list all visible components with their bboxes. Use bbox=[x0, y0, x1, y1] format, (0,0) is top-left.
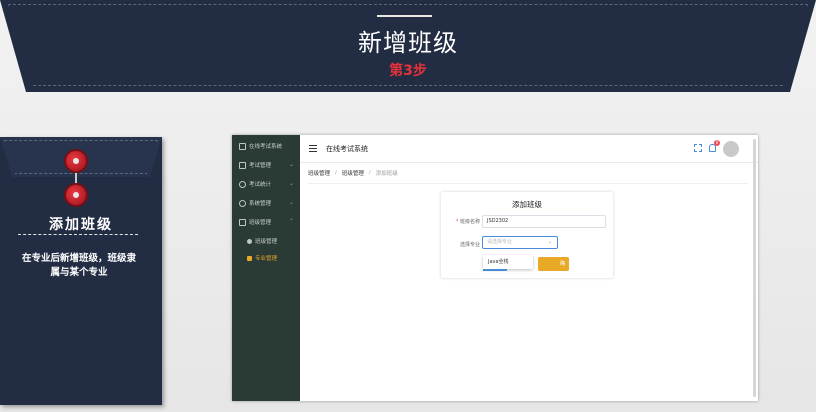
hamburger-menu-icon[interactable] bbox=[309, 145, 317, 152]
chevron-down-icon: ⌄ bbox=[288, 161, 294, 168]
sidebar-subitem-label: 专业管理 bbox=[255, 256, 278, 262]
envelope-top-button-icon bbox=[66, 151, 86, 171]
form-title: 添加班级 bbox=[512, 200, 542, 209]
envelope-card: 添加班级 在专业后新增班级，班级隶属与某个专业 bbox=[0, 137, 162, 405]
breadcrumb-item-1[interactable]: 班级管理 bbox=[308, 169, 330, 177]
major-dropdown: Java全栈 bbox=[483, 255, 533, 269]
sidebar-item-exam-stats[interactable]: 考试统计 ⌄ bbox=[232, 175, 300, 193]
sidebar-item-system-management[interactable]: 系统管理 ⌄ bbox=[232, 194, 300, 212]
notification-badge: 0 bbox=[714, 140, 720, 146]
banner-title: 新增班级 bbox=[358, 29, 458, 57]
envelope-title: 添加班级 bbox=[49, 217, 113, 233]
document-icon bbox=[239, 218, 246, 226]
banner-divider bbox=[377, 15, 432, 17]
dropdown-option-java[interactable]: Java全栈 bbox=[488, 258, 509, 265]
sidebar: 在线考试系统 考试管理 ⌄ 考试统计 ⌄ 系统管理 ⌄ 班级管理 ⌃ 班级管理 bbox=[232, 135, 300, 401]
chevron-down-icon: ⌄ bbox=[548, 239, 553, 245]
chevron-up-icon: ⌃ bbox=[288, 218, 294, 225]
envelope-bottom-button-icon bbox=[66, 185, 86, 205]
class-name-input[interactable]: JSD2302 bbox=[482, 215, 606, 228]
envelope-divider bbox=[18, 234, 138, 235]
banner-step-label: 第3步 bbox=[389, 63, 427, 79]
breadcrumb-separator: / bbox=[368, 170, 371, 176]
monitor-icon bbox=[239, 142, 246, 150]
home-icon bbox=[247, 238, 252, 244]
scrollbar[interactable] bbox=[753, 139, 756, 397]
breadcrumb-item-2[interactable]: 班级管理 bbox=[342, 169, 364, 177]
envelope-description: 在专业后新增班级，班级隶属与某个专业 bbox=[21, 253, 136, 278]
breadcrumb-current: 添加班级 bbox=[375, 171, 398, 177]
fullscreen-icon[interactable] bbox=[694, 144, 702, 152]
document-icon bbox=[239, 161, 246, 169]
sidebar-item-label: 考试统计 bbox=[249, 182, 272, 188]
app-screenshot: 在线考试系统 考试管理 ⌄ 考试统计 ⌄ 系统管理 ⌄ 班级管理 ⌃ 班级管理 bbox=[232, 135, 758, 401]
breadcrumb-separator: / bbox=[335, 170, 337, 176]
dropdown-highlight-bar bbox=[483, 269, 507, 271]
app-title: 在线考试系统 bbox=[326, 145, 368, 153]
breadcrumb-divider bbox=[308, 183, 748, 184]
breadcrumb: 班级管理 / 班级管理 / 添加班级 bbox=[308, 168, 398, 178]
gear-icon bbox=[239, 199, 246, 207]
sidebar-subitem-label: 班级管理 bbox=[255, 239, 278, 245]
book-icon bbox=[247, 255, 252, 261]
major-label: 选择专业 bbox=[459, 242, 480, 248]
sidebar-item-label: 系统管理 bbox=[249, 201, 272, 207]
chevron-down-icon: ⌄ bbox=[288, 180, 294, 187]
sidebar-item-exam-management[interactable]: 考试管理 ⌄ bbox=[232, 156, 300, 174]
sidebar-subitem-major-management[interactable]: 专业管理 bbox=[232, 249, 300, 267]
app-topbar: 在线考试系统 0 bbox=[300, 135, 758, 163]
sidebar-item-label: 考试管理 bbox=[249, 163, 272, 169]
sidebar-item-label: 班级管理 bbox=[249, 220, 272, 226]
class-name-label: * 班级名称 bbox=[455, 219, 480, 225]
major-select[interactable]: 请选择专业 bbox=[482, 236, 558, 249]
sidebar-header[interactable]: 在线考试系统 bbox=[232, 137, 300, 155]
chevron-down-icon: ⌄ bbox=[288, 199, 294, 206]
clock-icon bbox=[239, 180, 246, 188]
avatar[interactable] bbox=[723, 141, 739, 157]
submit-button[interactable]: 确 bbox=[538, 257, 569, 271]
sidebar-item-class-management[interactable]: 班级管理 ⌃ bbox=[232, 213, 300, 231]
sidebar-header-label: 在线考试系统 bbox=[249, 144, 283, 150]
sidebar-subitem-class-management[interactable]: 班级管理 bbox=[232, 232, 300, 250]
